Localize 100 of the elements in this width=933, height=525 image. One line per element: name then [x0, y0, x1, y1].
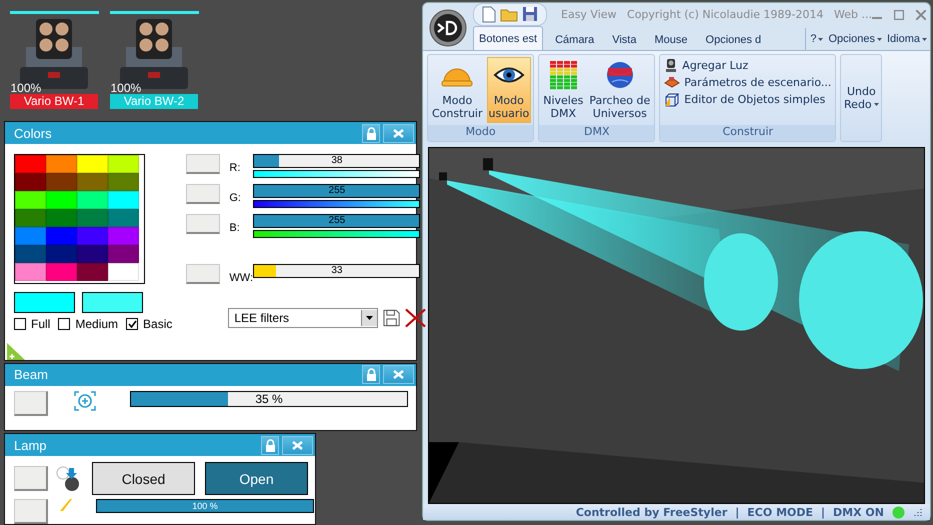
- status-text: ECO MODE: [747, 506, 814, 518]
- ribbon-tab[interactable]: Cámara: [549, 28, 600, 50]
- color-swatch[interactable]: [46, 209, 77, 228]
- new-file-icon[interactable]: [482, 6, 496, 23]
- lamp-button[interactable]: [14, 466, 48, 492]
- app-orb-icon[interactable]: [429, 9, 467, 47]
- slider-track[interactable]: 33: [253, 264, 420, 278]
- channel-button[interactable]: [186, 214, 220, 234]
- color-swatch[interactable]: [15, 191, 46, 210]
- group-label: Construir: [660, 125, 836, 141]
- status-light-icon: [892, 506, 905, 518]
- slider-track[interactable]: 38: [253, 154, 420, 168]
- channel-button[interactable]: [186, 184, 220, 204]
- caret-icon: [922, 38, 927, 40]
- color-swatch[interactable]: [15, 155, 46, 174]
- close-button[interactable]: [383, 124, 414, 143]
- channel-label: WW:: [229, 271, 254, 284]
- color-swatch[interactable]: [77, 191, 108, 210]
- color-swatch[interactable]: [77, 155, 108, 174]
- channel-label: B:: [229, 221, 241, 234]
- shutter-button[interactable]: Closed: [92, 462, 195, 496]
- status-text: |: [735, 506, 740, 518]
- menu-button[interactable]: Opciones: [828, 33, 882, 45]
- menu-button[interactable]: ?: [810, 33, 824, 45]
- color-swatch[interactable]: [77, 263, 108, 282]
- color-swatch[interactable]: [46, 263, 77, 282]
- ribbon-tab[interactable]: Vista: [606, 28, 642, 50]
- close-icon[interactable]: [916, 10, 926, 20]
- checkbox[interactable]: [58, 318, 70, 330]
- color-swatch[interactable]: [77, 209, 108, 228]
- slider-track[interactable]: 255: [253, 184, 420, 198]
- color-swatch[interactable]: [77, 227, 108, 246]
- checkbox-label: Medium: [75, 317, 118, 332]
- color-swatch[interactable]: [15, 227, 46, 246]
- color-swatch[interactable]: [108, 227, 139, 246]
- delete-icon[interactable]: [405, 308, 426, 328]
- ribbon-button[interactable]: Parámetros de escenario...: [664, 75, 832, 89]
- lock-icon: [366, 368, 376, 382]
- checkbox[interactable]: [14, 318, 26, 330]
- color-swatch[interactable]: [15, 263, 46, 282]
- checkbox[interactable]: [126, 318, 138, 330]
- ribbon-tab[interactable]: Mouse: [648, 28, 694, 50]
- channel-button[interactable]: [186, 264, 220, 284]
- ribbon-button[interactable]: Modo Construir: [430, 57, 484, 123]
- lock-button[interactable]: [362, 365, 380, 384]
- ribbon-button[interactable]: Editor de Objetos simples: [664, 92, 832, 107]
- save-icon[interactable]: [383, 309, 400, 328]
- color-swatch[interactable]: [108, 245, 139, 264]
- resize-grip-icon[interactable]: [913, 508, 922, 516]
- redo-button[interactable]: Redo: [844, 98, 879, 111]
- color-swatch[interactable]: [108, 173, 139, 192]
- close-button[interactable]: [383, 365, 414, 384]
- panel-title: Colors: [14, 126, 53, 141]
- color-swatch[interactable]: [108, 209, 139, 228]
- close-button[interactable]: [282, 436, 313, 455]
- color-swatch[interactable]: [46, 227, 77, 246]
- add-icon[interactable]: [6, 342, 25, 360]
- slider-track[interactable]: 255: [253, 214, 420, 228]
- color-swatch[interactable]: [15, 173, 46, 192]
- channel-button[interactable]: [186, 154, 220, 174]
- level-reading: 100%: [110, 81, 142, 95]
- group-label: DMX: [539, 125, 654, 141]
- lock-button[interactable]: [362, 124, 380, 143]
- color-swatch[interactable]: [108, 263, 139, 282]
- color-swatch[interactable]: [46, 245, 77, 264]
- shutter-button[interactable]: Open: [205, 462, 308, 496]
- lock-button[interactable]: [261, 436, 279, 455]
- dimmer-button[interactable]: [14, 499, 48, 524]
- ribbon-tab[interactable]: Botones est: [473, 26, 544, 50]
- color-swatch[interactable]: [15, 209, 46, 228]
- ribbon-tab[interactable]: Opciones d: [700, 28, 768, 50]
- maximize-icon[interactable]: [894, 10, 904, 20]
- color-swatch[interactable]: [15, 245, 46, 264]
- color-swatch[interactable]: [108, 191, 139, 210]
- ribbon-button[interactable]: Parcheo de Universos: [587, 57, 652, 123]
- undo-button[interactable]: Undo: [846, 85, 876, 98]
- menu-button[interactable]: Idioma: [886, 33, 927, 45]
- color-swatch[interactable]: [46, 155, 77, 174]
- color-swatch[interactable]: [46, 173, 77, 192]
- status-text: Controlled by FreeStyler: [576, 506, 728, 518]
- close-icon: [393, 128, 404, 138]
- lock-icon: [366, 126, 376, 140]
- level-reading: 100%: [10, 81, 42, 95]
- beam-button[interactable]: [14, 390, 48, 416]
- lightning-icon: [58, 499, 72, 512]
- caret-icon: [874, 103, 879, 106]
- filter-dropdown[interactable]: LEE filters: [228, 308, 378, 328]
- ribbon-button[interactable]: Agregar Luz: [664, 58, 832, 72]
- fixture-label[interactable]: Vario BW-1: [10, 94, 98, 109]
- color-swatch[interactable]: [108, 155, 139, 174]
- color-swatch[interactable]: [77, 173, 108, 192]
- color-swatch[interactable]: [46, 191, 77, 210]
- caret-icon: [876, 38, 882, 40]
- slider-track[interactable]: 100 %: [96, 499, 314, 514]
- save-icon[interactable]: [522, 6, 538, 22]
- ribbon-button[interactable]: Modo usuario: [486, 57, 532, 123]
- slider-track[interactable]: 35 %: [130, 390, 408, 407]
- ribbon-button[interactable]: Niveles DMX: [541, 57, 586, 123]
- channel-label: R:: [229, 161, 242, 174]
- color-swatch[interactable]: [77, 245, 108, 264]
